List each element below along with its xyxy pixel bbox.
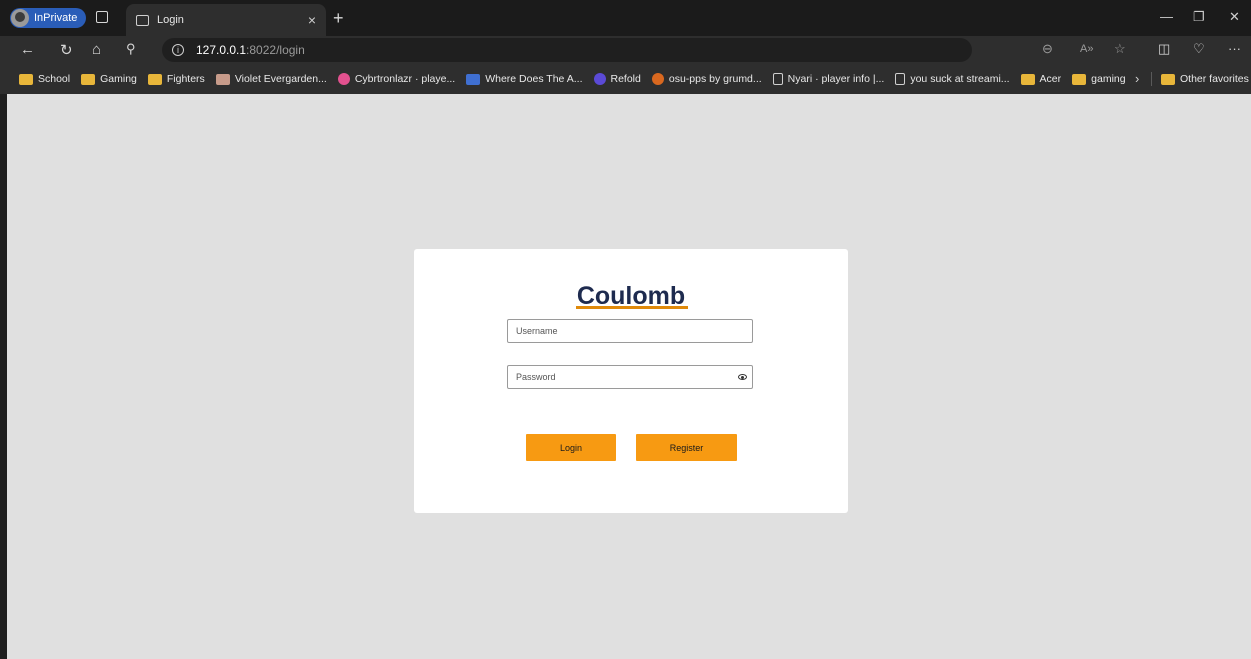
split-screen-icon[interactable]: ◫ — [1158, 41, 1170, 57]
window-edge — [0, 94, 7, 659]
bookmark-where-does-the[interactable]: Where Does The A... — [466, 73, 583, 85]
bookmark-label: Other favorites — [1180, 73, 1249, 85]
login-button[interactable]: Login — [526, 434, 616, 461]
login-card: Coulomb Login Register — [414, 249, 848, 513]
bookmark-label: Nyari · player info |... — [787, 73, 885, 85]
bookmark-refold[interactable]: Refold — [593, 73, 641, 85]
bookmark-other-favorites[interactable]: Other favorites — [1161, 73, 1249, 85]
bookmark-label: Fighters — [166, 73, 205, 85]
new-tab-button[interactable]: + — [333, 8, 344, 29]
bookmark-label: Gaming — [100, 73, 137, 85]
refold-icon — [593, 73, 606, 85]
tab-close-icon[interactable]: × — [308, 12, 316, 28]
globe-icon — [651, 73, 664, 85]
bookmark-cybrtronlazr[interactable]: Cybrtronlazr · playe... — [337, 73, 456, 85]
register-button[interactable]: Register — [636, 434, 737, 461]
username-input[interactable] — [507, 319, 753, 343]
bookmark-gaming-2[interactable]: gaming — [1072, 73, 1126, 85]
favorites-bar: School Gaming Fighters Violet Evergarden… — [0, 64, 1251, 94]
zoom-icon[interactable]: ⊖ — [1042, 41, 1053, 57]
bookmark-you-suck-at-streaming[interactable]: you suck at streami... — [895, 73, 1010, 85]
page-viewport: Coulomb Login Register — [7, 94, 1251, 659]
refresh-icon[interactable]: ↻ — [60, 41, 73, 59]
profile-avatar-icon — [11, 9, 29, 27]
site-info-icon[interactable]: i — [172, 44, 184, 56]
inprivate-label: InPrivate — [34, 12, 78, 24]
back-icon[interactable]: ← — [20, 41, 35, 58]
close-window-icon[interactable]: ✕ — [1229, 9, 1240, 25]
minimize-icon[interactable]: — — [1160, 9, 1173, 24]
bookmark-violet-evergarden[interactable]: Violet Evergarden... — [215, 73, 327, 85]
bookmark-separator — [1151, 72, 1152, 86]
bookmark-label: School — [38, 73, 71, 85]
bookmark-label: gaming — [1091, 73, 1126, 85]
bookmark-label: Violet Evergarden... — [234, 73, 327, 85]
tab-actions-icon[interactable] — [96, 11, 108, 23]
bookmark-label: osu-pps by grumd... — [668, 73, 762, 85]
url-host: 127.0.0.1 — [196, 43, 247, 57]
browser-essentials-icon[interactable]: ♡ — [1193, 41, 1205, 57]
folder-icon — [1161, 73, 1175, 85]
bookmark-gaming[interactable]: Gaming — [81, 73, 137, 85]
bookmark-school[interactable]: School — [19, 73, 70, 85]
chevron-right-icon[interactable]: › — [1135, 71, 1139, 86]
search-icon[interactable]: ⚲ — [126, 41, 136, 57]
page-icon — [895, 73, 906, 85]
favorites-star-icon[interactable]: ☆ — [1114, 41, 1126, 57]
bookmark-acer[interactable]: Acer — [1020, 73, 1062, 85]
show-password-eye-icon[interactable] — [738, 374, 747, 380]
osu-icon — [337, 73, 350, 85]
home-icon[interactable]: ⌂ — [92, 41, 101, 58]
url-path: :8022/login — [246, 43, 305, 57]
bookmark-fighters[interactable]: Fighters — [147, 73, 205, 85]
folder-icon — [81, 73, 96, 85]
page-favicon-icon — [136, 14, 149, 26]
folder-icon — [1072, 73, 1087, 85]
restore-icon[interactable]: ❐ — [1193, 9, 1205, 25]
more-menu-icon[interactable]: ··· — [1228, 41, 1241, 56]
password-input[interactable] — [507, 365, 753, 389]
bookmark-site-icon — [466, 73, 481, 85]
bookmark-osu-pps[interactable]: osu-pps by grumd... — [651, 73, 762, 85]
tab-title: Login — [157, 14, 184, 26]
address-bar[interactable]: i 127.0.0.1 :8022/login — [162, 38, 972, 62]
tab-bar: InPrivate Login × + — ❐ ✕ — [0, 0, 1251, 36]
folder-icon — [19, 73, 33, 85]
read-aloud-icon[interactable]: A» — [1080, 43, 1093, 55]
bookmark-label: Where Does The A... — [485, 73, 583, 85]
page-icon — [772, 73, 783, 85]
bookmark-label: Cybrtronlazr · playe... — [354, 73, 456, 85]
tab-login[interactable]: Login × — [126, 4, 326, 36]
bookmark-label: you suck at streami... — [910, 73, 1010, 85]
thumbnail-icon — [215, 73, 230, 85]
folder-icon — [1020, 73, 1035, 85]
bookmark-label: Acer — [1039, 73, 1062, 85]
toolbar: ← ↻ ⌂ ⚲ i 127.0.0.1 :8022/login ⊖ A» ☆ ◫… — [0, 36, 1251, 64]
bookmark-nyari[interactable]: Nyari · player info |... — [772, 73, 885, 85]
brand-underline — [576, 306, 688, 309]
folder-icon — [147, 73, 162, 85]
inprivate-badge[interactable]: InPrivate — [10, 8, 86, 28]
bookmark-label: Refold — [610, 73, 641, 85]
